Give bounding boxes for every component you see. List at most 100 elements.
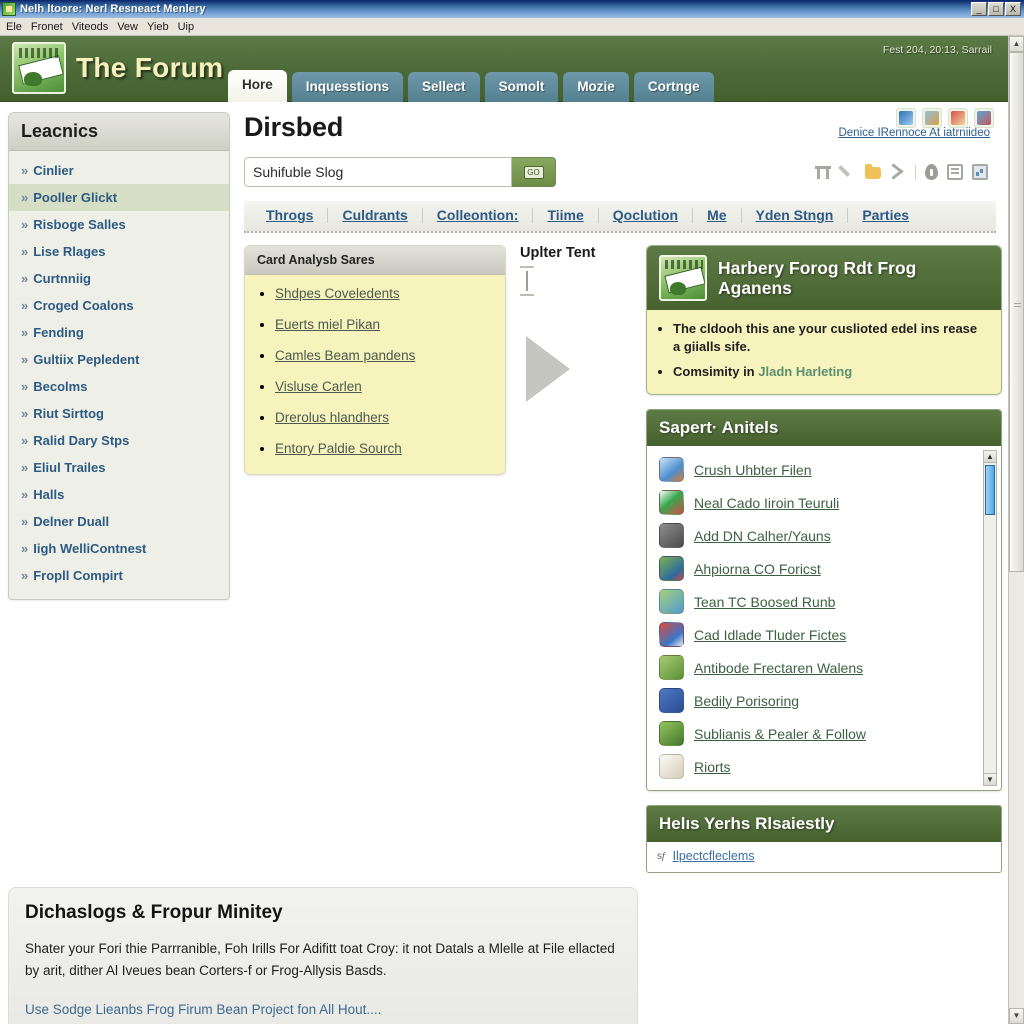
info-drop-icon[interactable] xyxy=(925,164,938,180)
close-button[interactable]: X xyxy=(1005,2,1021,16)
sidebar-item-croged-coalons[interactable]: » Croged Coalons xyxy=(9,292,229,319)
widget-scrollbar[interactable]: ▲ ▼ xyxy=(983,450,997,787)
camera-green-icon xyxy=(659,655,684,681)
promo-link[interactable]: Jladn Harleting xyxy=(758,364,852,379)
site-header: The Forum Fest 204, 20:13, Sarrail Hore … xyxy=(0,36,1008,102)
page-scrollbar-thumb[interactable] xyxy=(1009,52,1024,572)
sidebar-item-label: Fropll Compirt xyxy=(33,568,123,583)
list-item: The cldooh this ane your cuslioted edel … xyxy=(673,320,987,355)
folder-icon[interactable] xyxy=(865,164,881,179)
expert-widget: Sapert· Anitels Crush Uhbter Filen Neal … xyxy=(646,409,1002,792)
sidebar-item-ralid-dary-stps[interactable]: » Ralid Dary Stps xyxy=(9,427,229,454)
menu-item-fronet[interactable]: Fronet xyxy=(31,21,72,33)
sidebar-item-eliul-trailes[interactable]: » Eliul Trailes xyxy=(9,454,229,481)
page-scroll-down-icon[interactable]: ▼ xyxy=(1009,1008,1024,1024)
sidebar-item-fending[interactable]: » Fending xyxy=(9,319,229,346)
sidebar-item-iigh-wellicontnest[interactable]: » Iigh WelliContnest xyxy=(9,535,229,562)
sidebar-item-riut-sirttog[interactable]: » Riut Sirttog xyxy=(9,400,229,427)
mini-widget-link[interactable]: Ilpectcfleclems xyxy=(673,849,755,863)
list-icon[interactable] xyxy=(947,164,963,180)
expert-link[interactable]: Cad Idlade Tluder Fictes xyxy=(694,627,846,643)
menu-item-uip[interactable]: Uip xyxy=(178,21,204,33)
field-bottom-bar xyxy=(520,294,534,297)
sidebar-item-cinlier[interactable]: » Cinlier xyxy=(9,157,229,184)
card-link[interactable]: Entory Paldie Sourch xyxy=(275,441,402,456)
expert-link[interactable]: Crush Uhbter Filen xyxy=(694,462,812,478)
expert-link[interactable]: Riorts xyxy=(694,759,731,775)
tab-cortnge[interactable]: Cortnge xyxy=(633,71,714,102)
panel-more-link[interactable]: Use Sodge Lieanbs Frog Firum Bean Projec… xyxy=(25,1002,621,1017)
card-link[interactable]: Shdpes Coveledents xyxy=(275,286,400,301)
tab-hore[interactable]: Hore xyxy=(228,69,287,102)
card-analysis-title: Card Analysb Sares xyxy=(245,246,505,276)
expert-link[interactable]: Antibode Frectaren Walens xyxy=(694,660,863,676)
photo-icon[interactable] xyxy=(896,108,916,128)
chevron-right-icon: » xyxy=(21,514,29,529)
upload-field[interactable] xyxy=(520,266,534,297)
globe-icon[interactable] xyxy=(974,108,994,128)
expert-link[interactable]: Bedily Porisoring xyxy=(694,693,799,709)
paint-icon[interactable] xyxy=(922,108,942,128)
tools-icon[interactable] xyxy=(890,164,906,180)
expert-link[interactable]: Add DN Calher/Yauns xyxy=(694,528,831,544)
pencil-icon[interactable] xyxy=(840,164,856,180)
subnav-item-culdrants[interactable]: Culdrants xyxy=(328,207,423,224)
search-button[interactable]: GO xyxy=(512,157,556,187)
sidebar-item-risboge-salles[interactable]: » Risboge Salles xyxy=(9,211,229,238)
expert-link[interactable]: Tean TC Boosed Runb xyxy=(694,594,835,610)
paint-bucket-icon xyxy=(659,457,684,483)
chart-icon[interactable] xyxy=(972,164,988,180)
expert-link[interactable]: Ahpiorna CO Foricst xyxy=(694,561,821,577)
tab-inquesstions[interactable]: Inquesstions xyxy=(291,71,404,102)
chevron-right-icon: » xyxy=(21,568,29,583)
menu-item-viteods[interactable]: Viteods xyxy=(72,21,118,33)
page-scrollbar[interactable]: ▲ ▼ xyxy=(1008,36,1024,1024)
tab-somolt[interactable]: Somolt xyxy=(484,71,559,102)
chevron-right-icon: » xyxy=(21,244,29,259)
card-link[interactable]: Euerts miel Pikan xyxy=(275,317,380,332)
search-input[interactable] xyxy=(244,157,512,187)
scrollbar-thumb[interactable] xyxy=(985,465,995,516)
sidebar-item-lise-rlages[interactable]: » Lise Rlages xyxy=(9,238,229,265)
expert-link[interactable]: Neal Cado Iiroin Teuruli xyxy=(694,495,839,511)
subnav-item-throgs[interactable]: Throgs xyxy=(252,207,329,224)
expert-link[interactable]: Sublianis & Pealer & Follow xyxy=(694,726,866,742)
subnav-item-me[interactable]: Me xyxy=(693,207,742,224)
book-icon[interactable] xyxy=(948,108,968,128)
tab-sellect[interactable]: Sellect xyxy=(408,71,480,102)
sidebar-item-halls[interactable]: » Halls xyxy=(9,481,229,508)
tab-mozie[interactable]: Mozie xyxy=(563,71,629,102)
menu-item-view[interactable]: Vew xyxy=(117,21,147,33)
menu-item-yieb[interactable]: Yieb xyxy=(147,21,178,33)
subnav-item-tiime[interactable]: Tiime xyxy=(533,207,599,224)
scroll-up-arrow-icon[interactable]: ▲ xyxy=(984,451,996,464)
card-link[interactable]: Camles Beam pandens xyxy=(275,348,415,363)
sidebar-item-pooller-glickt[interactable]: » Pooller Glickt xyxy=(9,184,229,211)
subnav-item-yden-stngn[interactable]: Yden Stngn xyxy=(742,207,849,224)
page-scroll-track[interactable] xyxy=(1009,52,1024,1008)
chevron-right-icon: » xyxy=(21,217,29,232)
menu-item-file[interactable]: Ele xyxy=(6,21,31,33)
subnav-item-qoclution[interactable]: Qoclution xyxy=(599,207,694,224)
maximize-button[interactable]: □ xyxy=(988,2,1004,16)
pen-write-icon xyxy=(659,754,684,780)
page-scroll-up-icon[interactable]: ▲ xyxy=(1009,36,1024,52)
window-titlebar[interactable]: Nelh ltoore: Nerl Resneact Menlery _ □ X xyxy=(0,0,1024,18)
sidebar-item-becolms[interactable]: » Becolms xyxy=(9,373,229,400)
card-link[interactable]: Drerolus hlandhers xyxy=(275,410,389,425)
brand[interactable]: The Forum xyxy=(12,42,223,94)
minimize-button[interactable]: _ xyxy=(971,2,987,16)
subnav-item-colleontion[interactable]: Colleontion: xyxy=(423,207,534,224)
scroll-down-arrow-icon[interactable]: ▼ xyxy=(984,773,996,786)
sidebar-item-gultiix-pepledent[interactable]: » Gultiix Pepledent xyxy=(9,346,229,373)
sidebar-item-curtnniig[interactable]: » Curtnniig xyxy=(9,265,229,292)
sidebar-item-delner-duall[interactable]: » Delner Duall xyxy=(9,508,229,535)
subnav-item-parties[interactable]: Parties xyxy=(848,207,923,223)
card-link[interactable]: Visluse Carlen xyxy=(275,379,362,394)
sidebar-item-fropll-compirt[interactable]: » Fropll Compirt xyxy=(9,562,229,589)
play-arrow-icon[interactable] xyxy=(526,336,570,403)
top-right-link[interactable]: Denice IRennoce At iatrniideo xyxy=(838,127,996,139)
gate-icon[interactable] xyxy=(815,164,831,180)
frog-book-logo-icon xyxy=(659,255,707,302)
sidebar-title: Leacnics xyxy=(9,113,229,151)
